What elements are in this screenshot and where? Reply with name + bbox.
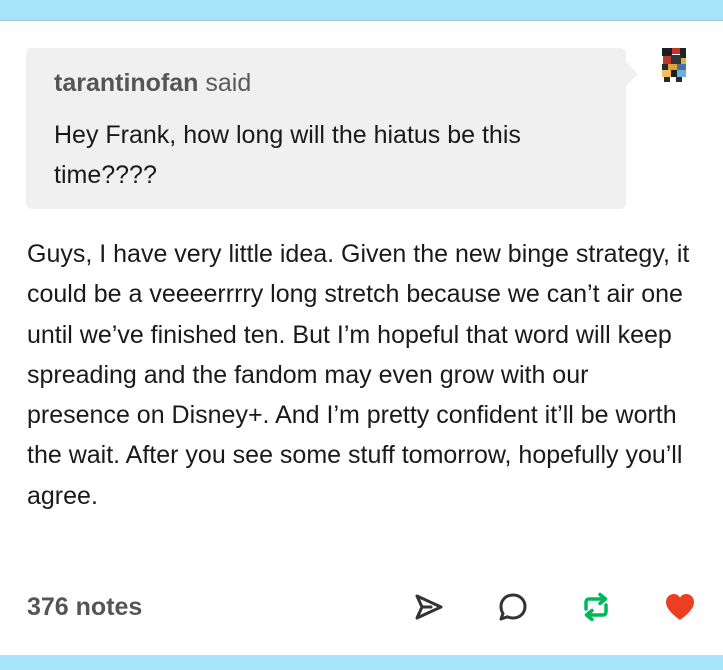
question-text: Hey Frank, how long will the hiatus be t…	[54, 121, 521, 189]
answer-text: Guys, I have very little idea. Given the…	[27, 240, 690, 510]
speech-bubble-icon	[499, 593, 527, 621]
top-bar	[0, 0, 723, 21]
bottom-bar	[0, 655, 723, 670]
asker-line: tarantinofan said	[54, 68, 598, 98]
asker-name[interactable]: tarantinofan	[54, 69, 198, 97]
avatar[interactable]	[660, 46, 688, 92]
asker-said-label: said	[205, 69, 252, 97]
reblog-icon	[584, 592, 608, 622]
reply-button[interactable]	[495, 589, 531, 625]
like-button[interactable]	[662, 589, 698, 625]
ask-bubble: tarantinofan said Hey Frank, how long wi…	[26, 48, 638, 209]
post-footer: 376 notes	[0, 585, 723, 629]
share-button[interactable]	[411, 589, 447, 625]
avatar-image	[660, 46, 688, 92]
heart-icon	[666, 594, 694, 620]
paper-plane-icon	[415, 594, 443, 620]
notes-count[interactable]: 376 notes	[27, 593, 142, 622]
reblog-button[interactable]	[578, 589, 614, 625]
